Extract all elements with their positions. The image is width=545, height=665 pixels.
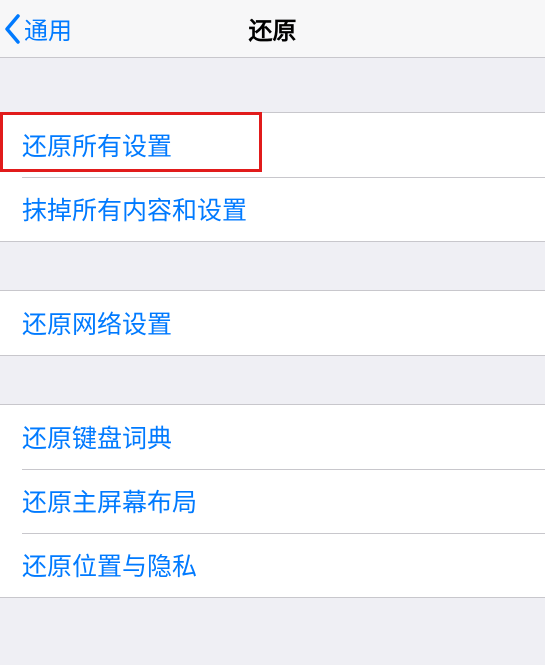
row-label: 还原位置与隐私 (22, 547, 197, 583)
group-1: 还原所有设置 抹掉所有内容和设置 (0, 112, 545, 242)
section-spacer (0, 242, 545, 290)
section-spacer (0, 356, 545, 404)
section-spacer (0, 58, 545, 112)
chevron-left-icon (4, 14, 22, 44)
reset-home-screen-layout[interactable]: 还原主屏幕布局 (0, 469, 545, 533)
row-label: 还原所有设置 (22, 127, 172, 163)
reset-network-settings[interactable]: 还原网络设置 (0, 291, 545, 355)
back-label: 通用 (24, 11, 72, 46)
row-label: 还原网络设置 (22, 305, 172, 341)
navbar: 通用 还原 (0, 0, 545, 58)
reset-keyboard-dictionary[interactable]: 还原键盘词典 (0, 405, 545, 469)
row-label: 还原键盘词典 (22, 419, 172, 455)
page-title: 还原 (0, 11, 545, 46)
group-2: 还原网络设置 (0, 290, 545, 356)
back-button[interactable]: 通用 (4, 0, 72, 57)
erase-all-content-settings[interactable]: 抹掉所有内容和设置 (0, 177, 545, 241)
row-label: 还原主屏幕布局 (22, 483, 197, 519)
reset-location-privacy[interactable]: 还原位置与隐私 (0, 533, 545, 597)
reset-all-settings[interactable]: 还原所有设置 (0, 113, 545, 177)
row-label: 抹掉所有内容和设置 (22, 191, 247, 227)
group-3: 还原键盘词典 还原主屏幕布局 还原位置与隐私 (0, 404, 545, 598)
